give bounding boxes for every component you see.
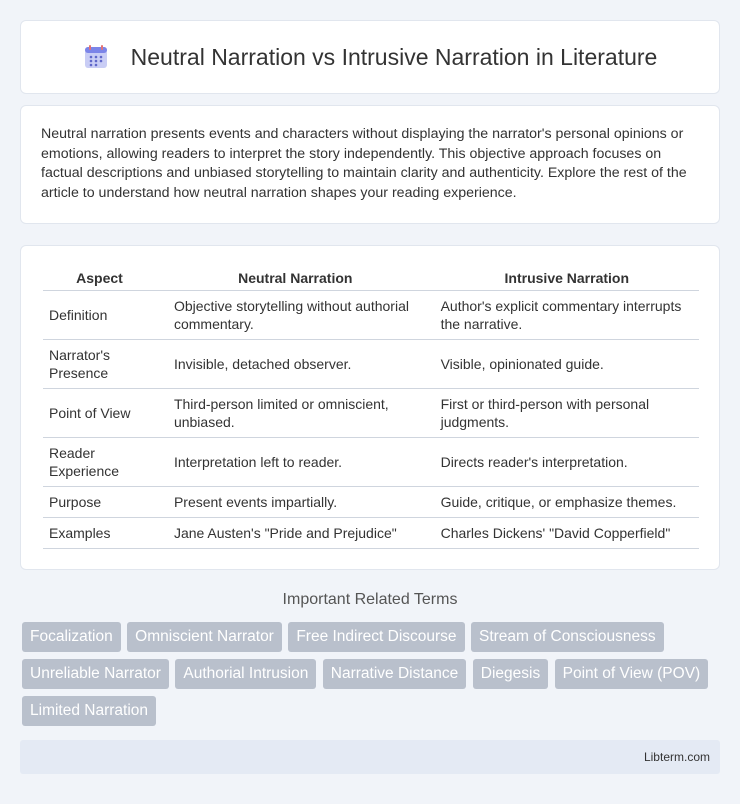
footer-site-link[interactable]: Libterm.com bbox=[644, 750, 710, 764]
footer: Libterm.com bbox=[20, 740, 720, 774]
intro-card: Neutral narration presents events and ch… bbox=[20, 105, 720, 224]
title-card: Neutral Narration vs Intrusive Narration… bbox=[20, 20, 720, 94]
tag-narrative-distance[interactable]: Narrative Distance bbox=[322, 659, 467, 689]
cell-intrusive: Visible, opinionated guide. bbox=[434, 339, 699, 389]
cell-aspect: Purpose bbox=[43, 486, 156, 518]
cell-neutral: Jane Austen's "Pride and Prejudice" bbox=[167, 517, 423, 549]
tag-stream-of-consciousness[interactable]: Stream of Consciousness bbox=[471, 622, 664, 652]
table-row: Purpose Present events impartially. Guid… bbox=[43, 486, 699, 518]
cell-neutral: Third-person limited or omniscient, unbi… bbox=[167, 388, 423, 438]
table-row: Reader Experience Interpretation left to… bbox=[43, 437, 699, 487]
header-aspect: Aspect bbox=[43, 266, 156, 291]
cell-aspect: Definition bbox=[43, 290, 156, 340]
comparison-card: Aspect Neutral Narration Intrusive Narra… bbox=[20, 245, 720, 570]
cell-neutral: Interpretation left to reader. bbox=[167, 437, 423, 487]
table-row: Narrator's Presence Invisible, detached … bbox=[43, 339, 699, 389]
cell-intrusive: First or third-person with personal judg… bbox=[434, 388, 699, 438]
table-row: Examples Jane Austen's "Pride and Prejud… bbox=[43, 517, 699, 549]
header-intrusive: Intrusive Narration bbox=[434, 266, 699, 291]
table-row: Point of View Third-person limited or om… bbox=[43, 388, 699, 438]
cell-intrusive: Author's explicit commentary interrupts … bbox=[434, 290, 699, 340]
cell-neutral: Invisible, detached observer. bbox=[167, 339, 423, 389]
tag-focalization[interactable]: Focalization bbox=[22, 622, 121, 652]
cell-aspect: Reader Experience bbox=[43, 437, 156, 487]
related-terms-title: Important Related Terms bbox=[282, 591, 458, 608]
tag-diegesis[interactable]: Diegesis bbox=[472, 659, 549, 689]
cell-aspect: Narrator's Presence bbox=[43, 339, 156, 389]
page-title: Neutral Narration vs Intrusive Narration… bbox=[130, 43, 658, 70]
table-header-row: Aspect Neutral Narration Intrusive Narra… bbox=[43, 266, 699, 291]
tag-unreliable-narrator[interactable]: Unreliable Narrator bbox=[22, 659, 169, 689]
document-list-icon bbox=[83, 44, 109, 70]
intro-paragraph: Neutral narration presents events and ch… bbox=[41, 126, 687, 201]
cell-intrusive: Charles Dickens' "David Copperfield" bbox=[434, 517, 699, 549]
cell-intrusive: Directs reader's interpretation. bbox=[434, 437, 699, 487]
table-row: Definition Objective storytelling withou… bbox=[43, 290, 699, 340]
tag-authorial-intrusion[interactable]: Authorial Intrusion bbox=[175, 659, 317, 689]
tag-omniscient-narrator[interactable]: Omniscient Narrator bbox=[127, 622, 282, 652]
related-terms-list: Focalization Omniscient Narrator Free In… bbox=[22, 622, 722, 733]
tag-limited-narration[interactable]: Limited Narration bbox=[22, 696, 157, 726]
cell-intrusive: Guide, critique, or emphasize themes. bbox=[434, 486, 699, 518]
cell-aspect: Point of View bbox=[43, 388, 156, 438]
cell-neutral: Present events impartially. bbox=[167, 486, 423, 518]
tag-free-indirect-discourse[interactable]: Free Indirect Discourse bbox=[288, 622, 465, 652]
cell-aspect: Examples bbox=[43, 517, 156, 549]
header-neutral: Neutral Narration bbox=[167, 266, 423, 291]
cell-neutral: Objective storytelling without authorial… bbox=[167, 290, 423, 340]
comparison-table: Aspect Neutral Narration Intrusive Narra… bbox=[43, 266, 699, 549]
tag-point-of-view[interactable]: Point of View (POV) bbox=[554, 659, 709, 689]
